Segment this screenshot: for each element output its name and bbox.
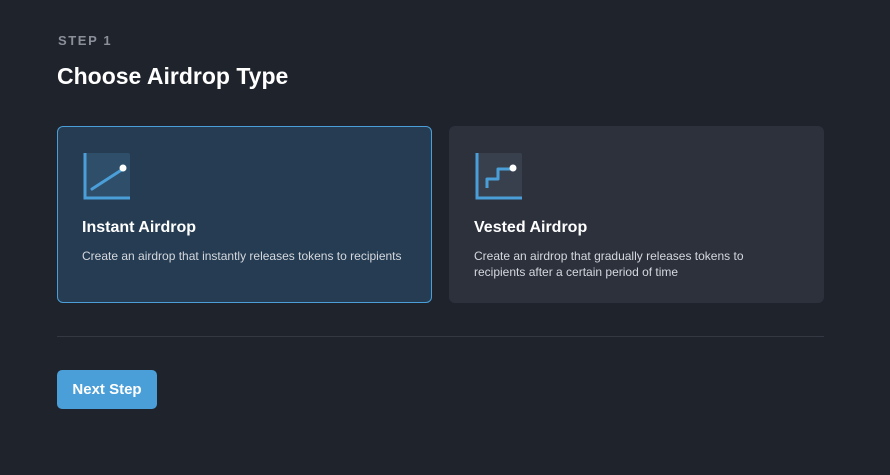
vested-airdrop-description: Create an airdrop that gradually release… [474, 249, 744, 279]
vested-airdrop-title: Vested Airdrop [474, 219, 588, 236]
instant-airdrop-title: Instant Airdrop [82, 219, 197, 236]
vested-airdrop-card[interactable]: Vested Airdrop Create an airdrop that gr… [449, 126, 824, 303]
instant-airdrop-card[interactable]: Instant Airdrop Create an airdrop that i… [57, 126, 432, 303]
section-divider [57, 336, 824, 337]
next-step-button[interactable]: Next Step [57, 370, 157, 409]
instant-chart-icon [83, 153, 130, 200]
page-title: Choose Airdrop Type [57, 63, 289, 89]
step-label: STEP 1 [58, 33, 113, 48]
vested-chart-icon [475, 153, 522, 200]
instant-airdrop-description: Create an airdrop that instantly release… [82, 249, 402, 263]
